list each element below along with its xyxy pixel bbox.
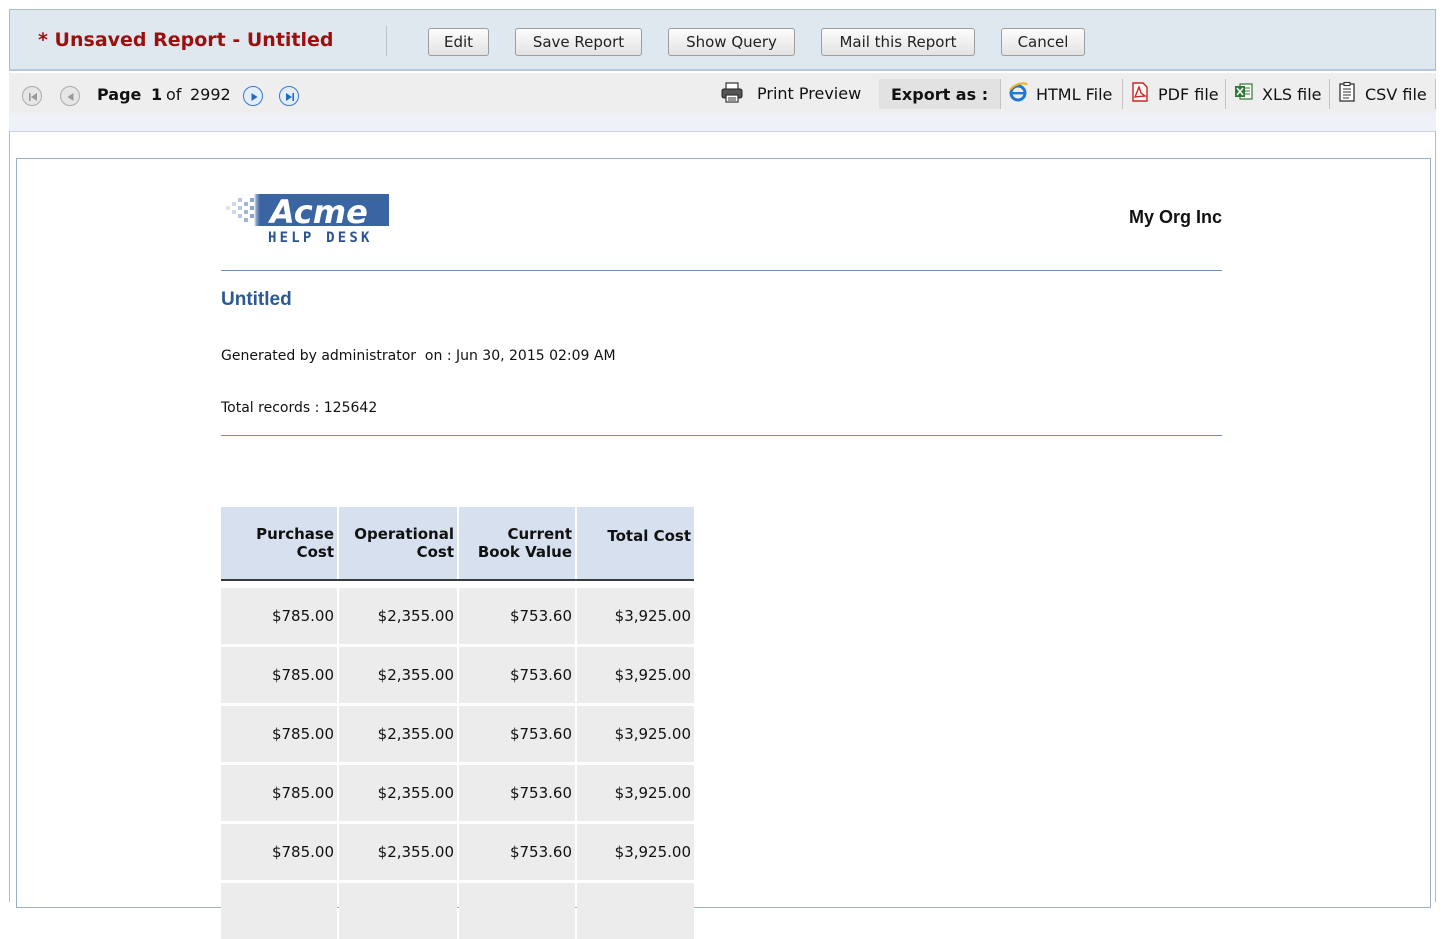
toolbar-bottom-strip bbox=[9, 113, 1436, 132]
export-as-label: Export as : bbox=[891, 85, 989, 104]
page-label: Page bbox=[97, 85, 142, 104]
organization-name: My Org Inc bbox=[1128, 207, 1222, 227]
table-row: $785.00 $2,355.00 $753.60 $3,925.00 bbox=[221, 824, 694, 880]
column-header-line: Purchase bbox=[256, 525, 334, 543]
cell-current-book-value: $753.60 bbox=[459, 706, 575, 762]
report-header-bar: * Unsaved Report - Untitled Edit Save Re… bbox=[9, 9, 1436, 71]
cell-total-cost bbox=[577, 883, 694, 939]
total-pages-count: 2992 bbox=[190, 85, 231, 104]
cell-purchase-cost: $785.00 bbox=[221, 647, 337, 703]
export-pdf-label: PDF file bbox=[1158, 84, 1219, 104]
internet-explorer-icon bbox=[1007, 81, 1029, 107]
export-html-button[interactable]: HTML File bbox=[1007, 79, 1112, 109]
cell-current-book-value: $753.60 bbox=[459, 765, 575, 821]
cell-total-cost: $3,925.00 bbox=[577, 588, 694, 644]
export-csv-button[interactable]: CSV file bbox=[1336, 79, 1427, 109]
export-separator bbox=[1329, 79, 1330, 109]
title-separator bbox=[386, 26, 387, 56]
cell-total-cost: $3,925.00 bbox=[577, 706, 694, 762]
cell-current-book-value bbox=[459, 883, 575, 939]
cell-current-book-value: $753.60 bbox=[459, 588, 575, 644]
export-html-label: HTML File bbox=[1036, 84, 1113, 104]
print-preview-link[interactable]: Print Preview bbox=[757, 84, 861, 103]
header-divider bbox=[221, 270, 1222, 271]
edit-button[interactable]: Edit bbox=[428, 28, 489, 56]
export-separator bbox=[1435, 79, 1436, 109]
cell-operational-cost: $2,355.00 bbox=[339, 647, 457, 703]
column-header-purchase-cost[interactable]: Purchase Cost bbox=[221, 507, 337, 579]
current-page-number: 1 bbox=[151, 85, 163, 104]
column-header-line: Cost bbox=[296, 543, 334, 561]
export-xls-button[interactable]: XLS file bbox=[1233, 79, 1321, 109]
cell-purchase-cost: $785.00 bbox=[221, 706, 337, 762]
total-records-line: Total records : 125642 bbox=[221, 400, 378, 416]
table-row: $785.00 $2,355.00 $753.60 $3,925.00 bbox=[221, 706, 694, 762]
cell-purchase-cost: $785.00 bbox=[221, 588, 337, 644]
generated-by-line: Generated by administrator on : Jun 30, … bbox=[221, 348, 616, 364]
cell-operational-cost: $2,355.00 bbox=[339, 824, 457, 880]
mail-report-button[interactable]: Mail this Report bbox=[821, 28, 975, 56]
cancel-button[interactable]: Cancel bbox=[1001, 28, 1085, 56]
export-separator bbox=[1000, 79, 1001, 109]
table-header: Purchase Cost Operational Cost Current Book… bbox=[221, 507, 694, 581]
csv-document-icon bbox=[1336, 81, 1358, 107]
export-as-cell: Export as : bbox=[879, 79, 1000, 109]
cell-operational-cost: $2,355.00 bbox=[339, 706, 457, 762]
column-header-total-cost[interactable]: Total Cost bbox=[577, 507, 694, 579]
table-row: $785.00 $2,355.00 $753.60 $3,925.00 bbox=[221, 647, 694, 703]
column-header-current-book-value[interactable]: Current Book Value bbox=[459, 507, 575, 579]
show-query-button[interactable]: Show Query bbox=[668, 28, 795, 56]
next-page-icon[interactable] bbox=[243, 86, 263, 106]
cell-total-cost: $3,925.00 bbox=[577, 647, 694, 703]
table-row: $785.00 $2,355.00 $753.60 $3,925.00 bbox=[221, 765, 694, 821]
cell-operational-cost bbox=[339, 883, 457, 939]
column-header-line: Book Value bbox=[477, 543, 572, 561]
logo-subtext: HELP DESK bbox=[268, 230, 373, 246]
column-header-line: Total Cost bbox=[607, 527, 691, 545]
cell-purchase-cost: $785.00 bbox=[221, 765, 337, 821]
table-row bbox=[221, 883, 694, 939]
table-row: $785.00 $2,355.00 $753.60 $3,925.00 bbox=[221, 588, 694, 644]
column-header-line: Operational bbox=[354, 525, 454, 543]
printer-icon[interactable] bbox=[720, 82, 744, 108]
logo-wordmark: Acme bbox=[267, 193, 368, 231]
cell-current-book-value: $753.60 bbox=[459, 824, 575, 880]
page-of-label: of bbox=[166, 85, 182, 104]
first-page-icon[interactable] bbox=[22, 86, 42, 106]
cell-total-cost: $3,925.00 bbox=[577, 765, 694, 821]
export-separator bbox=[1122, 79, 1123, 109]
export-xls-label: XLS file bbox=[1262, 84, 1322, 104]
excel-icon bbox=[1233, 81, 1255, 107]
summary-divider bbox=[221, 435, 1222, 436]
export-csv-label: CSV file bbox=[1365, 84, 1427, 104]
export-separator bbox=[1225, 79, 1226, 109]
report-title: * Unsaved Report - Untitled bbox=[38, 29, 334, 51]
export-pdf-button[interactable]: PDF file bbox=[1129, 79, 1219, 109]
pagination-toolbar: Page 1 of 2992 Print Preview Export as :… bbox=[9, 73, 1436, 113]
cell-purchase-cost bbox=[221, 883, 337, 939]
cell-purchase-cost: $785.00 bbox=[221, 824, 337, 880]
report-document-title: Untitled bbox=[221, 289, 292, 310]
cell-total-cost: $3,925.00 bbox=[577, 824, 694, 880]
cell-operational-cost: $2,355.00 bbox=[339, 765, 457, 821]
column-header-operational-cost[interactable]: Operational Cost bbox=[339, 507, 457, 579]
cell-operational-cost: $2,355.00 bbox=[339, 588, 457, 644]
last-page-icon[interactable] bbox=[279, 86, 299, 106]
column-header-line: Cost bbox=[416, 543, 454, 561]
acme-logo: Acme HELP DESK bbox=[226, 192, 392, 250]
cell-current-book-value: $753.60 bbox=[459, 647, 575, 703]
save-report-button[interactable]: Save Report bbox=[515, 28, 642, 56]
pdf-icon bbox=[1129, 81, 1151, 107]
column-header-line: Current bbox=[507, 525, 572, 543]
previous-page-icon[interactable] bbox=[60, 86, 80, 106]
